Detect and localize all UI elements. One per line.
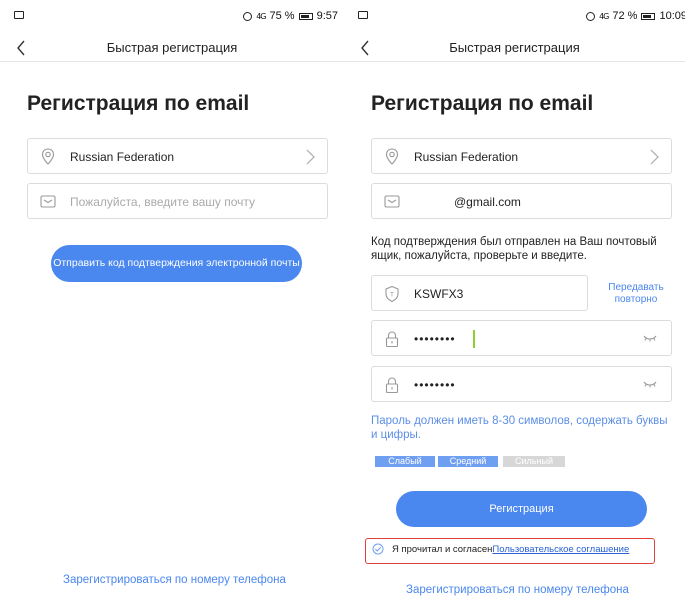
password-confirm-field[interactable]: •••••••• (371, 366, 672, 402)
image-notification-icon (358, 11, 368, 19)
battery-icon (298, 12, 313, 20)
signal-icon: 4G (599, 11, 609, 21)
chevron-right-icon (650, 149, 659, 165)
page-title: Регистрация по email (371, 92, 594, 115)
resend-line-1: Передавать (608, 282, 664, 293)
register-by-phone-link[interactable]: Зарегистрироваться по номеру телефона (63, 574, 286, 586)
agreement-prefix: Я прочитал и согласен (392, 544, 493, 555)
alarm-icon (243, 11, 253, 21)
eye-closed-icon[interactable] (643, 379, 657, 389)
mail-icon (384, 195, 400, 208)
resend-line-2: повторно (614, 294, 658, 305)
text-cursor (473, 330, 475, 348)
page-title: Регистрация по email (27, 92, 250, 115)
registration-screen-initial: 4G 75 % 9:57 Быстрая регистрация Регистр… (0, 0, 344, 596)
battery-percent: 72 % (612, 10, 638, 22)
checkbox-checked-icon[interactable] (372, 543, 384, 555)
country-value: Russian Federation (414, 150, 519, 164)
strength-strong: Сильный (503, 456, 565, 467)
country-value: Russian Federation (70, 150, 175, 164)
signal-icon: 4G (256, 11, 266, 21)
clock: 10:09 (659, 10, 685, 22)
clock: 9:57 (316, 10, 338, 22)
user-agreement-link[interactable]: Пользовательское соглашение (492, 544, 629, 555)
strength-weak: Слабый (375, 456, 435, 467)
register-button[interactable]: Регистрация (396, 491, 647, 527)
alarm-icon (586, 11, 596, 21)
location-pin-icon (41, 148, 55, 165)
country-selector[interactable]: Russian Federation (371, 138, 672, 174)
mail-icon (40, 195, 56, 208)
svg-text:T: T (389, 292, 394, 299)
status-bar: 4G 72 % 10:09 (344, 0, 685, 34)
verification-code-value: KSWFX3 (414, 287, 464, 301)
email-field[interactable]: Пожалуйста, введите вашу почту (27, 183, 328, 219)
password-requirements-hint: Пароль должен иметь 8-30 символов, содер… (371, 415, 668, 441)
password-confirm-mask: •••••••• (414, 378, 456, 392)
register-by-phone-link[interactable]: Зарегистрироваться по номеру телефона (406, 584, 629, 596)
registration-screen-filled: 4G 72 % 10:09 Быстрая регистрация Регист… (344, 0, 685, 596)
password-mask: •••••••• (414, 332, 456, 346)
battery-icon (641, 12, 656, 20)
status-bar: 4G 75 % 9:57 (0, 0, 344, 34)
send-code-button[interactable]: Отправить код подтверждения электронной … (51, 245, 302, 282)
agreement-row: Я прочитал и согласенПользовательское со… (365, 538, 655, 564)
country-selector[interactable]: Russian Federation (27, 138, 328, 174)
email-value: @gmail.com (454, 195, 521, 209)
strength-medium: Средний (438, 456, 498, 467)
eye-closed-icon[interactable] (643, 333, 657, 343)
status-indicators: 4G 72 % 10:09 (586, 10, 685, 22)
password-field[interactable]: •••••••• (371, 320, 672, 356)
chevron-right-icon (306, 149, 315, 165)
nav-bar: Быстрая регистрация (344, 34, 685, 62)
battery-percent: 75 % (269, 10, 295, 22)
shield-code-icon: T (385, 285, 399, 303)
nav-title: Быстрая регистрация (106, 40, 238, 55)
location-pin-icon (385, 148, 399, 165)
status-indicators: 4G 75 % 9:57 (243, 10, 338, 22)
resend-code-link[interactable]: Передавать повторно (602, 282, 670, 306)
lock-icon (385, 331, 399, 348)
verification-code-field[interactable]: T KSWFX3 (371, 275, 588, 311)
nav-bar: Быстрая регистрация (0, 34, 344, 62)
email-placeholder: Пожалуйста, введите вашу почту (70, 195, 256, 209)
code-sent-info: Код подтверждения был отправлен на Ваш п… (371, 236, 657, 262)
email-field[interactable]: @gmail.com (371, 183, 672, 219)
lock-icon (385, 377, 399, 394)
nav-title: Быстрая регистрация (449, 40, 580, 55)
agreement-text: Я прочитал и согласенПользовательское со… (392, 544, 629, 555)
image-notification-icon (14, 11, 24, 19)
